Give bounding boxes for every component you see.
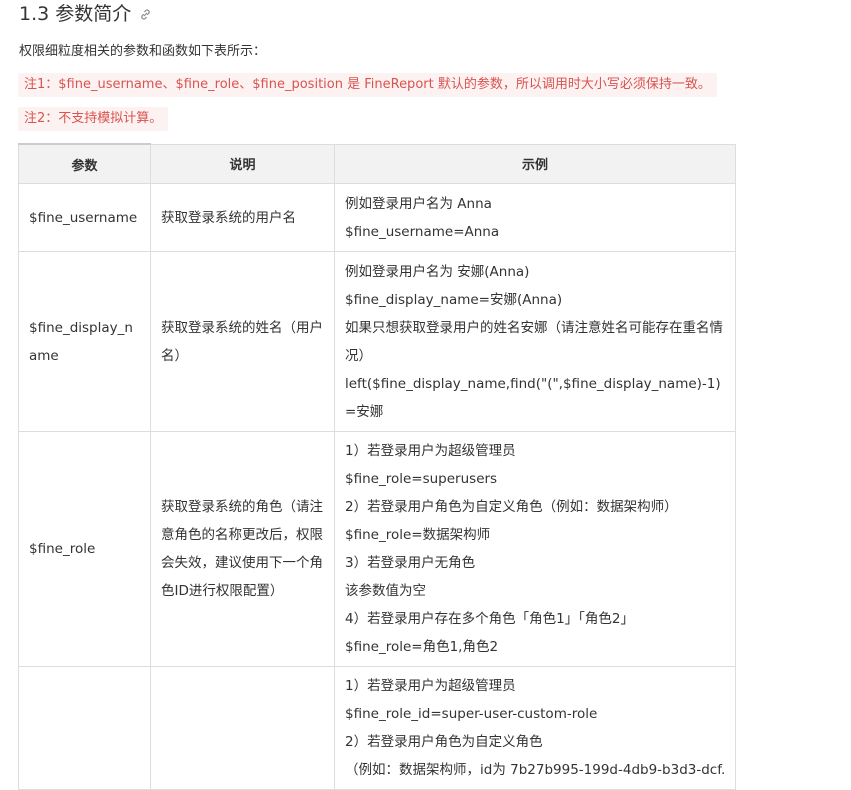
param-cell: $fine_username <box>18 183 151 252</box>
example-line: left($fine_display_name,find("(",$fine_d… <box>345 375 721 420</box>
example-line: 4）若登录用户存在多个角色「角色1」「角色2」 <box>345 611 635 627</box>
table-row: $fine_username 获取登录系统的用户名 例如登录用户名为 Anna … <box>18 183 736 252</box>
header-example: 示例 <box>334 143 736 184</box>
example-line: 如果只想获取登录用户的姓名安娜（请注意姓名可能存在重名情况） <box>345 319 723 364</box>
table-row: 1）若登录用户为超级管理员 $fine_role_id=super-user-c… <box>18 666 736 790</box>
example-line: 1）若登录用户为超级管理员 <box>345 678 516 694</box>
header-param: 参数 <box>18 143 151 184</box>
example-line: $fine_role=superusers <box>345 471 498 487</box>
example-line: $fine_display_name=安娜(Anna) <box>345 291 563 308</box>
example-line: 该参数值为空 <box>345 583 426 599</box>
example-line: $fine_username=Anna <box>345 223 500 240</box>
desc-cell: 获取登录系统的姓名（用户名） <box>150 251 335 432</box>
example-line: （例如：数据架构师，id为 7b27b995-199d-4db9-b3d3-dc… <box>345 762 725 778</box>
param-cell: $fine_role <box>18 431 151 667</box>
example-cell: 例如登录用户名为 安娜(Anna) $fine_display_name=安娜(… <box>334 251 736 432</box>
param-cell: $fine_display_name <box>18 251 151 432</box>
anchor-link-icon[interactable] <box>139 1 152 29</box>
example-cell: 1）若登录用户为超级管理员 $fine_role=superusers 2）若登… <box>334 431 736 667</box>
example-cell: 例如登录用户名为 Anna $fine_username=Anna <box>334 183 736 252</box>
example-line: 例如登录用户名为 安娜(Anna) <box>345 263 530 280</box>
desc-cell: 获取登录系统的用户名 <box>150 183 335 252</box>
example-line: 2）若登录用户角色为自定义角色 <box>345 734 543 750</box>
header-desc: 说明 <box>150 143 335 184</box>
example-line: $fine_role=数据架构师 <box>345 527 491 543</box>
example-line: $fine_role=角色1,角色2 <box>345 639 499 655</box>
section-title: 1.3 参数简介 <box>19 3 132 25</box>
param-cell <box>18 666 151 790</box>
example-cell: 1）若登录用户为超级管理员 $fine_role_id=super-user-c… <box>334 666 736 790</box>
table-header-row: 参数 说明 示例 <box>18 143 736 184</box>
intro-text: 权限细粒度相关的参数和函数如下表所示： <box>19 44 267 59</box>
params-table: 参数 说明 示例 $fine_username 获取登录系统的用户名 例如登录用… <box>18 143 736 790</box>
note-2: 注2：不支持模拟计算。 <box>18 107 169 131</box>
table-row: $fine_role 获取登录系统的角色（请注意角色的名称更改后，权限会失效，建… <box>18 431 736 667</box>
example-line: 2）若登录用户角色为自定义角色（例如：数据架构师） <box>345 499 678 515</box>
desc-cell <box>150 666 335 790</box>
example-line: 1）若登录用户为超级管理员 <box>345 443 516 459</box>
table-row: $fine_display_name 获取登录系统的姓名（用户名） 例如登录用户… <box>18 251 736 432</box>
section-heading: 1.3 参数简介 <box>19 0 152 29</box>
example-line: $fine_role_id=super-user-custom-role <box>345 706 598 722</box>
example-line: 例如登录用户名为 Anna <box>345 195 492 212</box>
document-page: 1.3 参数简介 权限细粒度相关的参数和函数如下表所示： 注1：$fine_us… <box>0 0 851 790</box>
example-line: 3）若登录用户无角色 <box>345 555 476 571</box>
note-1: 注1：$fine_username、$fine_role、$fine_posit… <box>18 73 717 97</box>
desc-cell: 获取登录系统的角色（请注意角色的名称更改后，权限会失效，建议使用下一个角色ID进… <box>150 431 335 667</box>
